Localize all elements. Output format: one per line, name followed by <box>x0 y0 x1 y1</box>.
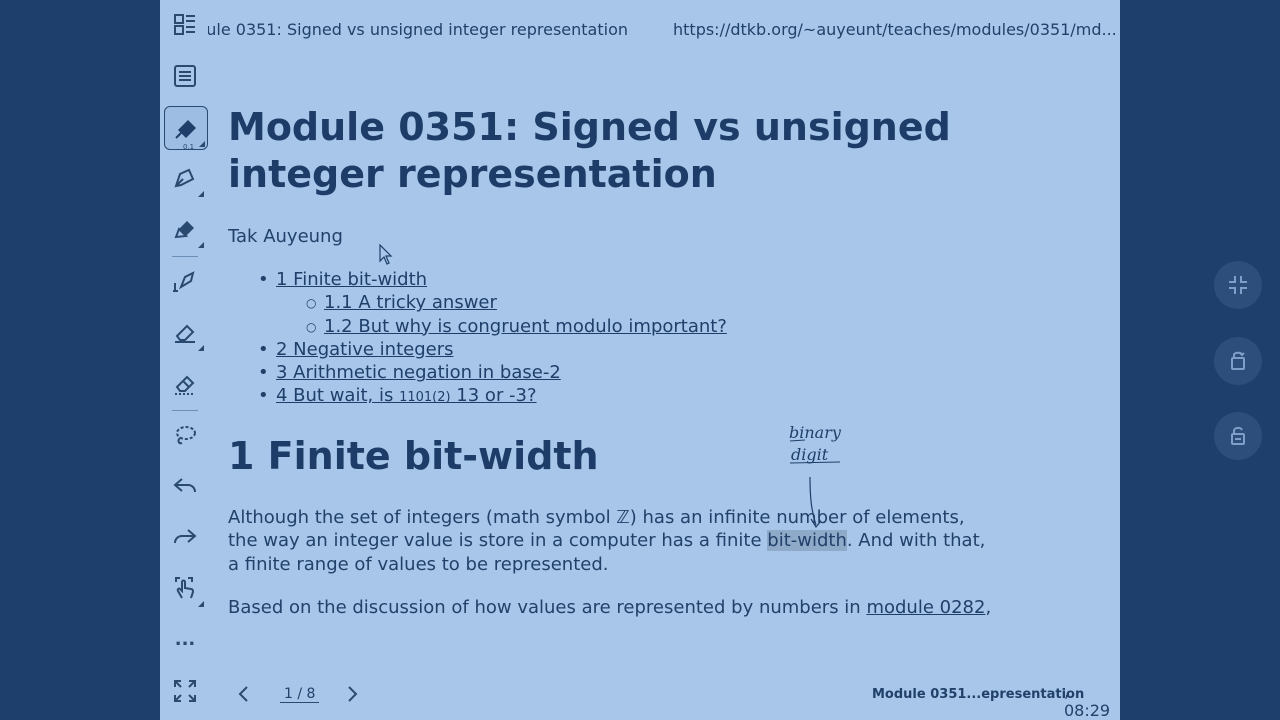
toc-item: 1.2 But why is congruent modulo importan… <box>306 315 727 340</box>
annotation-line2: digit <box>791 445 829 464</box>
shrink-icon <box>1229 276 1247 294</box>
pen-icon[interactable] <box>164 157 206 199</box>
list-icon[interactable] <box>164 55 206 97</box>
module-0282-link[interactable]: module 0282 <box>866 597 985 618</box>
undo-icon[interactable] <box>164 465 206 507</box>
toc-item: 3 Arithmetic negation in base-2 <box>258 361 727 385</box>
annotation-line1: binary <box>789 423 842 442</box>
toc-link-negative-integers[interactable]: 2 Negative integers <box>276 339 454 360</box>
stroke-eraser-icon[interactable] <box>164 362 206 404</box>
table-of-contents: 1 Finite bit-width 1.1 A tricky answer 1… <box>258 268 727 410</box>
rotate-icon <box>1231 351 1245 370</box>
highlighter-icon[interactable] <box>164 208 206 250</box>
handwritten-annotation: binary digit <box>789 423 842 529</box>
more-icon[interactable]: ... <box>164 618 206 660</box>
paragraph-1: Although the set of integers (math symbo… <box>228 507 986 575</box>
document-content: Module 0351: Signed vs unsigned integer … <box>228 104 1108 618</box>
toc-item: 4 But wait, is 1101(2) 13 or -3? <box>258 384 727 409</box>
footer-document-title: Module 0351...epresentation <box>872 687 1085 702</box>
page-indicator[interactable]: 1 / 8 <box>280 686 320 703</box>
eraser-icon[interactable] <box>164 311 206 353</box>
lasso-icon[interactable] <box>164 414 206 456</box>
browser-url[interactable]: https://dtkb.org/~auyeunt/teaches/module… <box>673 20 1120 39</box>
toc-item: 2 Negative integers <box>258 338 727 362</box>
exit-fullscreen-button[interactable] <box>1214 261 1262 309</box>
toc-link-tricky-answer[interactable]: 1.1 A tricky answer <box>324 292 497 313</box>
pen-width-label: 0.1 <box>183 143 195 151</box>
previous-page-icon[interactable] <box>232 682 256 706</box>
next-page-icon[interactable] <box>340 682 364 706</box>
unlock-button[interactable] <box>1214 412 1262 460</box>
clock: , 08:29 <box>1064 682 1111 720</box>
text-pen-icon[interactable] <box>164 260 206 302</box>
fountain-pen-icon[interactable]: 0.1 <box>164 106 208 151</box>
toc-link-arithmetic-negation[interactable]: 3 Arithmetic negation in base-2 <box>276 362 561 383</box>
rotate-lock-button[interactable] <box>1214 337 1262 385</box>
fullscreen-icon[interactable] <box>164 670 206 712</box>
toc-link-congruent-modulo[interactable]: 1.2 But why is congruent modulo importan… <box>324 316 727 337</box>
browser-page-title: Module 0351: Signed vs unsigned integer … <box>208 20 628 39</box>
redo-icon[interactable] <box>164 516 206 558</box>
touch-icon[interactable] <box>164 567 206 609</box>
unlock-icon <box>1231 426 1245 445</box>
toc-item: 1.1 A tricky answer <box>306 291 727 316</box>
more-label: ... <box>174 628 196 650</box>
left-toolbar: 0.1 ... <box>160 0 210 720</box>
toc-item: 1 Finite bit-width 1.1 A tricky answer 1… <box>258 268 727 340</box>
screen: 0.1 ... Module 0351: Signed vs unsigned … <box>160 0 1120 720</box>
toc-link-but-wait[interactable]: 4 But wait, is 1101(2) 13 or -3? <box>276 385 537 406</box>
toc-link-finite-bit-width[interactable]: 1 Finite bit-width <box>276 269 427 290</box>
author: Tak Auyeung <box>228 226 343 247</box>
section-heading-finite-bit-width: 1 Finite bit-width <box>228 434 599 478</box>
grid-icon[interactable] <box>164 4 206 46</box>
mouse-cursor-icon <box>379 244 393 265</box>
paragraph-2: Based on the discussion of how values ar… <box>228 597 992 618</box>
document-title: Module 0351: Signed vs unsigned integer … <box>228 105 951 196</box>
